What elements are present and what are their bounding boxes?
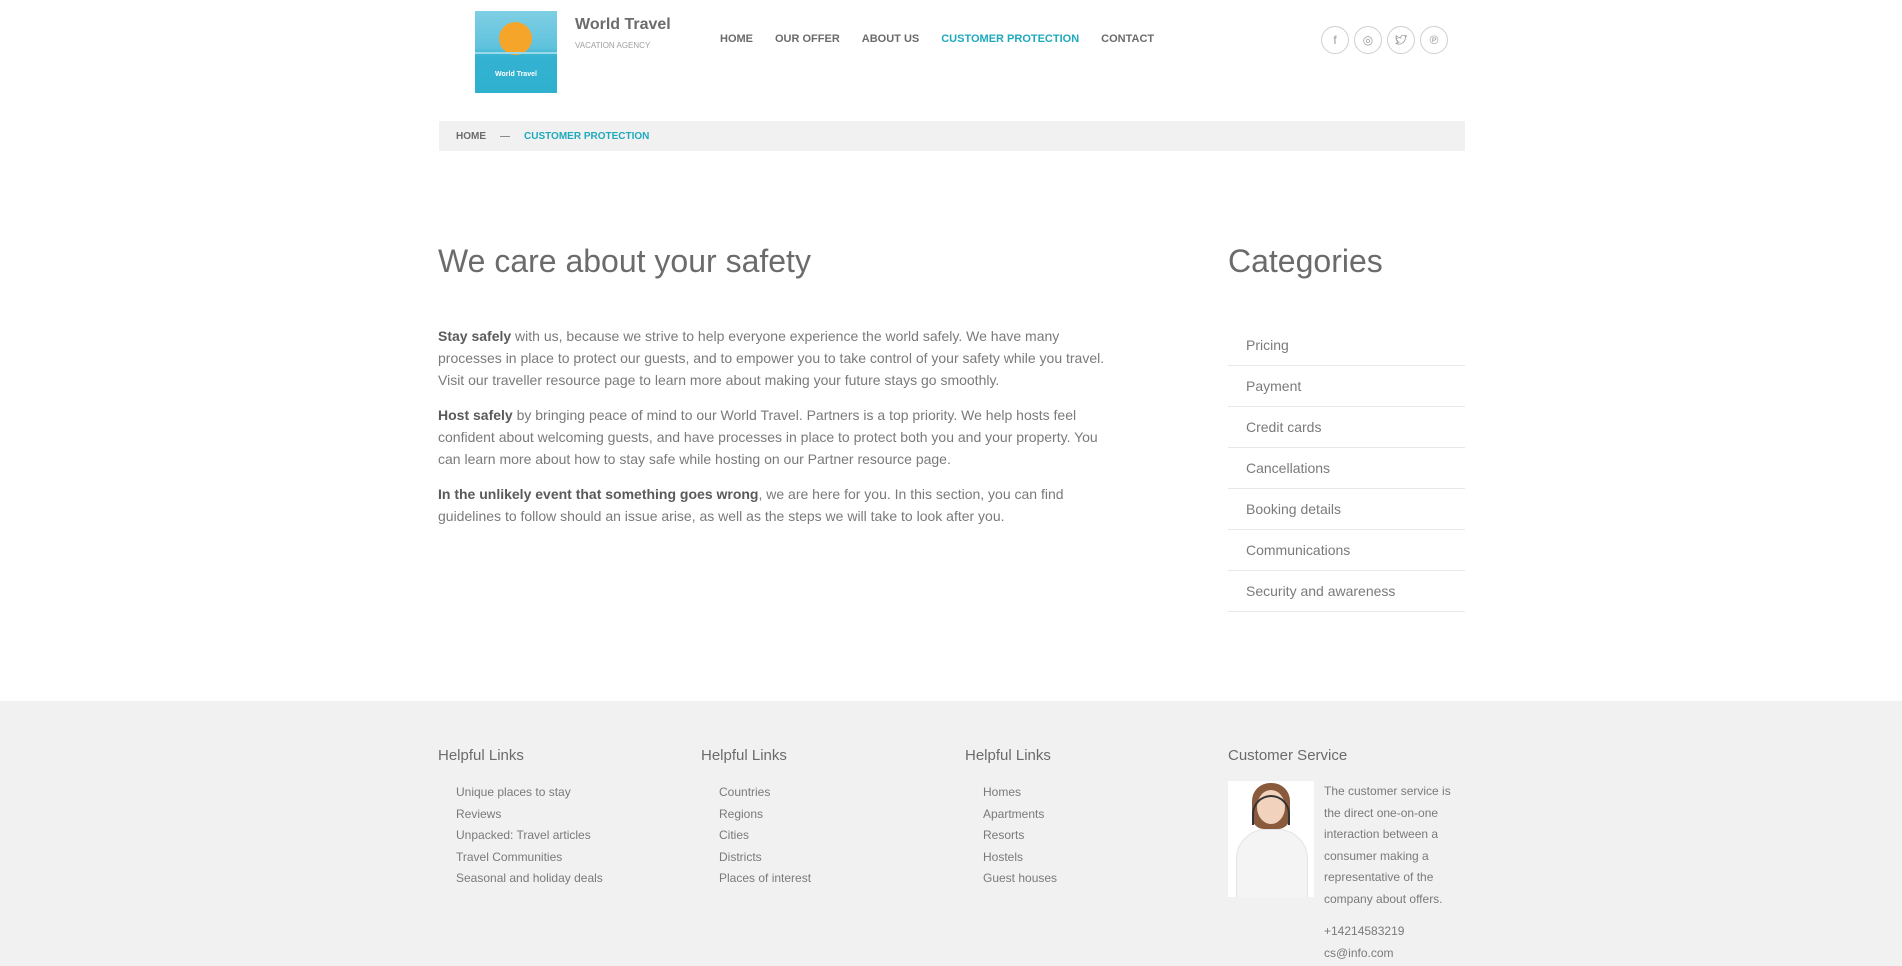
site-logo[interactable]: World Travel: [475, 11, 557, 93]
footer-link[interactable]: Regions: [719, 804, 811, 826]
paragraph-lead: Host safely: [438, 407, 513, 423]
footer-link[interactable]: Resorts: [983, 825, 1057, 847]
footer-link[interactable]: Seasonal and holiday deals: [456, 868, 603, 890]
nav-about-us[interactable]: ABOUT US: [862, 33, 919, 45]
sun-icon: [499, 22, 532, 55]
nav-customer-protection[interactable]: CUSTOMER PROTECTION: [941, 33, 1079, 45]
customer-service-phone[interactable]: +14214583219: [1324, 921, 1404, 943]
customer-service-avatar: [1228, 781, 1314, 897]
breadcrumb-separator: —: [500, 130, 510, 142]
paragraph-body: by bringing peace of mind to our World T…: [438, 407, 1098, 467]
main-nav: HOME OUR OFFER ABOUT US CUSTOMER PROTECT…: [720, 33, 1176, 45]
logo-text: World Travel: [495, 71, 537, 78]
category-security-awareness[interactable]: Security and awareness: [1228, 571, 1465, 612]
categories-title: Categories: [1228, 243, 1383, 279]
twitter-icon[interactable]: [1387, 26, 1415, 54]
footer-customer-service: Customer Service The customer service is…: [1228, 747, 1468, 960]
footer-link[interactable]: Travel Communities: [456, 847, 603, 869]
customer-service-title: Customer Service: [1228, 747, 1348, 764]
paragraph-host-safely: Host safely by bringing peace of mind to…: [438, 404, 1118, 470]
paragraph-something-wrong: In the unlikely event that something goe…: [438, 483, 1118, 527]
site-footer: Helpful Links Unique places to stay Revi…: [0, 701, 1902, 966]
footer-link[interactable]: Unpacked: Travel articles: [456, 825, 603, 847]
footer-link[interactable]: Countries: [719, 782, 811, 804]
category-communications[interactable]: Communications: [1228, 530, 1465, 571]
customer-service-email[interactable]: cs@info.com: [1324, 943, 1404, 965]
footer-link[interactable]: Guest houses: [983, 868, 1057, 890]
horizon-line: [475, 52, 557, 54]
footer-link[interactable]: Hostels: [983, 847, 1057, 869]
footer-link[interactable]: Cities: [719, 825, 811, 847]
paragraph-body: with us, because we strive to help every…: [438, 328, 1105, 388]
breadcrumb-current: CUSTOMER PROTECTION: [524, 130, 650, 142]
category-cancellations[interactable]: Cancellations: [1228, 448, 1465, 489]
footer-link[interactable]: Homes: [983, 782, 1057, 804]
footer-column-1: Helpful Links Unique places to stay Revi…: [438, 747, 603, 890]
footer-links: Unique places to stay Reviews Unpacked: …: [438, 782, 603, 890]
headset-icon: [1252, 795, 1290, 825]
footer-links: Homes Apartments Resorts Hostels Guest h…: [965, 782, 1057, 890]
footer-column-2: Helpful Links Countries Regions Cities D…: [701, 747, 811, 890]
instagram-icon[interactable]: ◎: [1354, 26, 1382, 54]
footer-link[interactable]: Places of interest: [719, 868, 811, 890]
footer-column-3: Helpful Links Homes Apartments Resorts H…: [965, 747, 1057, 890]
brand-tagline: VACATION AGENCY: [575, 41, 651, 50]
category-pricing[interactable]: Pricing: [1228, 325, 1465, 366]
category-booking-details[interactable]: Booking details: [1228, 489, 1465, 530]
footer-column-title: Helpful Links: [965, 747, 1051, 764]
paragraph-stay-safely: Stay safely with us, because we strive t…: [438, 325, 1118, 391]
pinterest-icon[interactable]: ℗: [1420, 26, 1448, 54]
breadcrumb-home[interactable]: HOME: [456, 131, 486, 142]
footer-links: Countries Regions Cities Districts Place…: [701, 782, 811, 890]
footer-link[interactable]: Apartments: [983, 804, 1057, 826]
footer-link[interactable]: Unique places to stay: [456, 782, 603, 804]
paragraph-lead: In the unlikely event that something goe…: [438, 486, 759, 502]
customer-service-description: The customer service is the direct one-o…: [1324, 784, 1451, 906]
facebook-icon[interactable]: f: [1321, 26, 1349, 54]
category-credit-cards[interactable]: Credit cards: [1228, 407, 1465, 448]
breadcrumb: HOME — CUSTOMER PROTECTION: [439, 121, 1465, 151]
categories-list: Pricing Payment Credit cards Cancellatio…: [1228, 325, 1465, 612]
footer-column-title: Helpful Links: [438, 747, 524, 764]
nav-contact[interactable]: CONTACT: [1101, 33, 1154, 45]
footer-link[interactable]: Reviews: [456, 804, 603, 826]
social-links: f ◎ ℗: [1321, 26, 1448, 54]
nav-our-offer[interactable]: OUR OFFER: [775, 33, 840, 45]
customer-service-contact: +14214583219 cs@info.com: [1324, 921, 1404, 964]
page-title: We care about your safety: [438, 243, 811, 279]
footer-link[interactable]: Districts: [719, 847, 811, 869]
paragraph-lead: Stay safely: [438, 328, 512, 344]
main-content: Stay safely with us, because we strive t…: [438, 325, 1118, 540]
site-header: World Travel World Travel VACATION AGENC…: [0, 0, 1902, 151]
category-payment[interactable]: Payment: [1228, 366, 1465, 407]
brand-name[interactable]: World Travel: [575, 16, 671, 34]
footer-column-title: Helpful Links: [701, 747, 787, 764]
avatar-body: [1236, 829, 1308, 897]
nav-home[interactable]: HOME: [720, 33, 753, 45]
